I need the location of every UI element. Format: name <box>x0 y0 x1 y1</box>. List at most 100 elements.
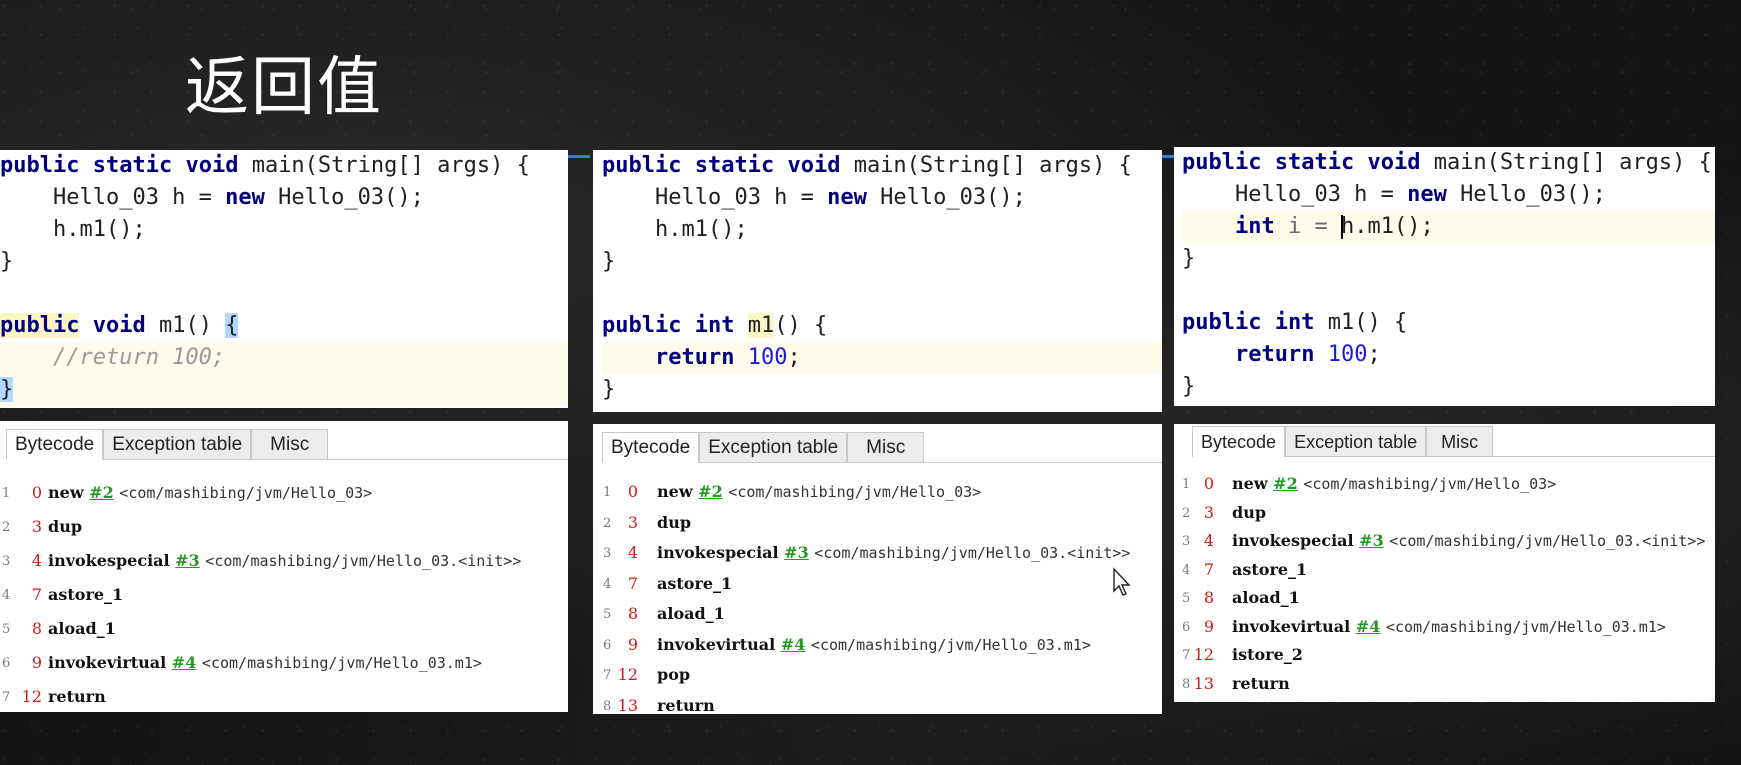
operand-descriptor: <com/mashibing/jvm/Hello_03.<init>> <box>814 544 1131 562</box>
opcode: invokespecial <box>1232 531 1354 550</box>
line-number: 4 <box>2 588 11 603</box>
line-number: 5 <box>1182 591 1191 606</box>
constant-pool-link[interactable]: #2 <box>89 483 114 502</box>
slide-title: 返回值 <box>185 51 383 125</box>
code-panel-1: public static void main(String[] args) {… <box>0 150 568 408</box>
bytecode-offset: 4 <box>627 543 638 562</box>
bytecode-offset: 7 <box>1203 559 1214 579</box>
operand-descriptor: <com/mashibing/jvm/Hello_03.<init>> <box>205 552 522 570</box>
opcode: invokespecial <box>48 551 170 570</box>
operand-descriptor: <com/mashibing/jvm/Hello_03> <box>728 483 982 501</box>
tab-misc[interactable]: Misc <box>251 429 329 459</box>
bytecode-tabs: Bytecode Exception table Misc <box>1192 426 1715 457</box>
bytecode-row: 4 7 astore_1 <box>593 574 1162 598</box>
code-line: } <box>1182 374 1196 399</box>
tab-bytecode[interactable]: Bytecode <box>1192 426 1286 457</box>
bytecode-offset: 13 <box>617 695 638 715</box>
bytecode-row: 1 0 new #2 <com/mashibing/jvm/Hello_03> <box>0 483 568 507</box>
constant-pool-link[interactable]: #3 <box>784 543 809 562</box>
constant-pool-link[interactable]: #3 <box>175 551 200 570</box>
opcode: new <box>657 482 693 501</box>
bytecode-row: 1 0 new #2 <com/mashibing/jvm/Hello_03> <box>593 482 1162 506</box>
bytecode-row: 5 8 aload_1 <box>593 604 1162 628</box>
bytecode-instruction: astore_1 <box>1232 560 1307 579</box>
code-line: } <box>1182 246 1196 271</box>
bytecode-offset: 4 <box>1203 531 1214 550</box>
bytecode-row: 7 12 pop <box>593 665 1162 689</box>
bytecode-panel-2: Bytecode Exception table Misc 1 0 new #2 <… <box>593 424 1162 714</box>
line-number: 7 <box>2 690 11 705</box>
bytecode-offset: 7 <box>627 573 638 593</box>
code-line: public static void main(String[] args) { <box>1182 150 1712 175</box>
constant-pool-link[interactable]: #4 <box>1356 617 1381 636</box>
bytecode-offset: 4 <box>31 551 42 570</box>
opcode: new <box>1232 474 1268 493</box>
bytecode-offset: 12 <box>617 665 638 684</box>
opcode: astore_1 <box>657 573 733 593</box>
tab-exception-table[interactable]: Exception table <box>699 432 848 462</box>
code-line: Hello_03 h = new Hello_03(); <box>0 185 424 210</box>
bytecode-instruction: aload_1 <box>657 604 725 623</box>
bytecode-panel-1: Bytecode Exception table Misc 1 0 new #2 <… <box>0 421 568 712</box>
bytecode-row: 3 4 invokespecial #3 <com/mashibing/jvm/He… <box>0 551 568 575</box>
opcode: astore_1 <box>48 585 124 604</box>
bytecode-offset: 8 <box>627 604 638 623</box>
bytecode-row: 5 8 aload_1 <box>1174 588 1715 612</box>
opcode: dup <box>657 512 692 532</box>
line-number: 3 <box>1182 534 1191 549</box>
bytecode-instruction: new #2 <com/mashibing/jvm/Hello_03> <box>657 482 981 501</box>
line-number: 4 <box>603 576 612 592</box>
bytecode-row: 7 12 return <box>0 687 568 711</box>
bytecode-row: 8 13 return <box>593 696 1162 715</box>
line-number: 6 <box>1182 619 1191 635</box>
code-line: public static void main(String[] args) { <box>0 153 530 178</box>
bytecode-instruction: invokevirtual #4 <com/mashibing/jvm/Hell… <box>48 653 482 672</box>
bytecode-offset: 13 <box>1193 673 1214 693</box>
line-number: 2 <box>603 515 612 531</box>
bytecode-row: 5 8 aload_1 <box>0 619 568 643</box>
code-line: } <box>602 377 616 402</box>
constant-pool-link[interactable]: #4 <box>172 653 197 672</box>
line-number: 1 <box>2 486 11 501</box>
bytecode-row: 3 4 invokespecial #3 <com/mashibing/jvm/He… <box>1174 531 1715 555</box>
constant-pool-link[interactable]: #2 <box>698 482 723 501</box>
opcode: dup <box>48 517 83 536</box>
code-line: public static void main(String[] args) { <box>602 153 1132 178</box>
bytecode-offset: 7 <box>31 585 42 604</box>
bytecode-row: 2 3 dup <box>593 513 1162 537</box>
code-line: h.m1(); <box>602 217 748 242</box>
line-number: 8 <box>1182 676 1191 692</box>
tab-misc[interactable]: Misc <box>847 432 925 462</box>
bytecode-tabs: Bytecode Exception table Misc <box>6 429 568 460</box>
line-number: 8 <box>603 698 612 714</box>
line-number: 5 <box>2 622 11 637</box>
bytecode-instruction: return <box>657 696 715 715</box>
bytecode-row: 7 12 istore_2 <box>1174 645 1715 669</box>
bytecode-instruction: istore_2 <box>1232 645 1303 664</box>
constant-pool-link[interactable]: #4 <box>781 635 806 654</box>
tab-misc[interactable]: Misc <box>1426 426 1494 456</box>
bytecode-row: 6 9 invokevirtual #4 <com/mashibing/jvm/He… <box>1174 617 1715 641</box>
bytecode-offset: 3 <box>1203 502 1214 522</box>
bytecode-instruction: invokespecial #3 <com/mashibing/jvm/Hell… <box>1232 531 1705 550</box>
line-number: 4 <box>1182 562 1191 578</box>
operand-descriptor: <com/mashibing/jvm/Hello_03.<init>> <box>1389 532 1706 550</box>
tab-bytecode[interactable]: Bytecode <box>6 429 104 460</box>
constant-pool-link[interactable]: #2 <box>1273 474 1298 493</box>
tab-bytecode[interactable]: Bytecode <box>602 432 700 463</box>
code-line: return 100; <box>602 342 1162 374</box>
bytecode-instruction: astore_1 <box>657 574 732 593</box>
constant-pool-link[interactable]: #3 <box>1359 531 1384 550</box>
code-line: return 100; <box>1234 342 1381 367</box>
operand-descriptor: <com/mashibing/jvm/Hello_03> <box>119 484 373 502</box>
bytecode-instruction: invokespecial #3 <com/mashibing/jvm/Hell… <box>48 551 521 570</box>
line-number: 2 <box>1182 505 1191 521</box>
mouse-pointer-icon <box>1113 567 1131 596</box>
line-number: 1 <box>603 485 612 500</box>
opcode: aload_1 <box>48 619 116 638</box>
code-line: } <box>602 249 616 274</box>
tab-exception-table[interactable]: Exception table <box>1285 426 1427 456</box>
tab-exception-table[interactable]: Exception table <box>103 429 252 459</box>
line-number: 6 <box>603 637 612 653</box>
